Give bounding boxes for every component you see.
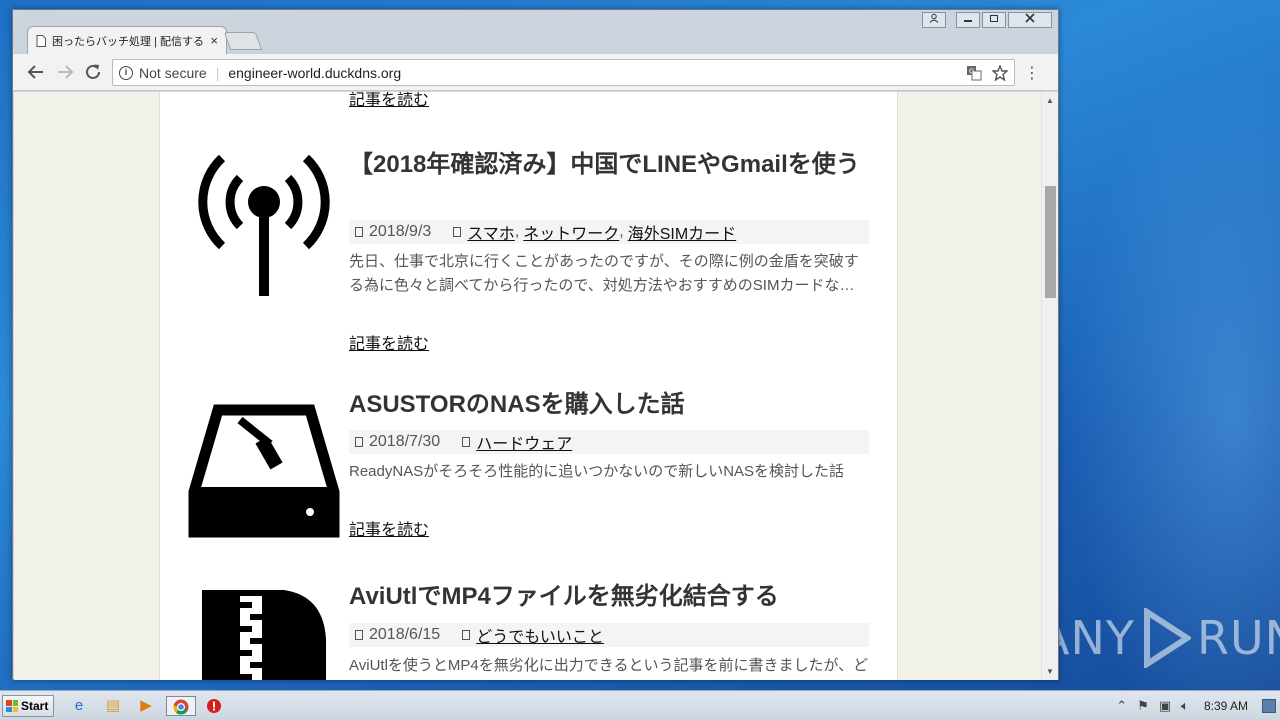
anyrun-watermark: ANY RUN [1038, 606, 1280, 670]
post-meta: 2018/6/15 どうでもいいこと [349, 623, 869, 647]
start-label: Start [21, 699, 49, 713]
media-player-icon[interactable]: ▶ [135, 696, 157, 716]
category-link[interactable]: 海外SIMカード [628, 220, 736, 244]
category-link[interactable]: どうでもいいこと [476, 623, 604, 647]
volume-icon[interactable]: 🔈︎ [1181, 698, 1189, 714]
show-hidden-icons-icon[interactable]: ⌃ [1116, 698, 1127, 714]
category-link[interactable]: ハードウェア [476, 430, 572, 454]
watermark-text-right: RUN [1196, 611, 1280, 665]
post-excerpt: ReadyNASがそろそろ性能的に追いつかないので新しいNASを検討した話 [349, 463, 845, 480]
folder-icon [462, 630, 471, 640]
titlebar: 困ったらバッチ処理 | 配信する × [13, 10, 1058, 54]
post-excerpt: 先日、仕事で北京に行くことがあったのですが、その際に例の金盾を突破する為に色々と… [349, 253, 859, 294]
post-date: 2018/6/15 [369, 626, 441, 643]
tab-title: 困ったらバッチ処理 | 配信する [52, 35, 204, 48]
security-label: Not secure [139, 64, 207, 81]
show-desktop-button[interactable] [1262, 699, 1276, 713]
info-icon[interactable]: i [119, 65, 133, 80]
security-tool-icon[interactable] [203, 696, 225, 716]
antenna-icon [198, 154, 330, 296]
post-excerpt: AviUtlを使うとMP4を無劣化に出力できるという記事を前に書きましたが、どう… [349, 657, 869, 674]
clock[interactable]: 8:39 AM [1204, 699, 1248, 713]
category-link[interactable]: スマホ [467, 220, 515, 244]
scroll-up-arrow-icon[interactable]: ▲ [1046, 96, 1054, 105]
forward-arrow-icon[interactable] [56, 63, 74, 81]
file-explorer-icon[interactable]: ▤ [102, 696, 124, 716]
post-meta: 2018/9/3 スマホ, ネットワーク, 海外SIMカード [349, 220, 869, 244]
window-controls [922, 12, 1052, 28]
chrome-icon[interactable] [166, 696, 196, 716]
action-center-flag-icon[interactable]: ⚑ [1137, 698, 1149, 714]
url-text[interactable]: engineer-world.duckdns.org [228, 65, 956, 81]
reload-icon[interactable] [84, 63, 102, 81]
main-content: 記事を読む 【2018年確認済み】中国でLINEやGmailを使う 2018/9… [159, 92, 898, 680]
page-viewport: 記事を読む 【2018年確認済み】中国でLINEやGmailを使う 2018/9… [14, 92, 1041, 680]
windows-logo-icon [6, 700, 18, 712]
play-logo-icon [1143, 608, 1191, 668]
post-title[interactable]: AviUtlでMP4ファイルを無劣化結合する [349, 582, 869, 612]
back-arrow-icon[interactable] [27, 63, 45, 81]
scrollbar-thumb[interactable] [1045, 186, 1056, 298]
post-title[interactable]: 【2018年確認済み】中国でLINEやGmailを使う [349, 150, 869, 180]
tab-active[interactable]: 困ったらバッチ処理 | 配信する × [27, 26, 227, 54]
calendar-icon [355, 437, 363, 447]
address-bar[interactable]: i Not secure | engineer-world.duckdns.or… [112, 59, 1015, 86]
post-date: 2018/7/30 [369, 433, 441, 450]
divider: | [215, 64, 220, 81]
bookmark-star-icon[interactable] [992, 64, 1008, 81]
readmore-link[interactable]: 記事を読む [349, 330, 429, 354]
readmore-link-previous[interactable]: 記事を読む [349, 92, 429, 110]
category-link[interactable]: ネットワーク [523, 220, 619, 244]
translate-icon[interactable]: G [966, 65, 982, 81]
desktop-background [1040, 0, 1280, 690]
post-meta: 2018/7/30 ハードウェア [349, 430, 869, 454]
post-date: 2018/9/3 [369, 223, 432, 240]
new-tab-button[interactable] [223, 32, 263, 50]
vertical-scrollbar[interactable]: ▲ ▼ [1041, 92, 1058, 680]
page-icon [36, 34, 46, 47]
user-icon[interactable] [922, 12, 946, 28]
system-tray: ⌃ ⚑ ▣ 🔈︎ 8:39 AM [1111, 691, 1280, 720]
minimize-button[interactable] [956, 12, 980, 28]
hard-drive-icon [188, 404, 340, 538]
internet-explorer-icon[interactable]: e [68, 696, 90, 716]
calendar-icon [355, 227, 363, 237]
browser-window: 困ったらバッチ処理 | 配信する × i Not secure | engine… [12, 9, 1059, 680]
tab-close-icon[interactable]: × [210, 33, 218, 48]
svg-text:G: G [969, 67, 974, 75]
network-icon[interactable]: ▣ [1159, 698, 1171, 714]
calendar-icon [355, 630, 363, 640]
taskbar: Start e ▤ ▶ ⌃ ⚑ ▣ 🔈︎ 8:39 AM [0, 690, 1280, 720]
restore-button[interactable] [982, 12, 1006, 28]
readmore-link[interactable]: 記事を読む [349, 516, 429, 540]
browser-menu-icon[interactable]: ⋮ [1024, 63, 1040, 83]
zip-file-icon [202, 590, 326, 680]
close-window-button[interactable] [1008, 12, 1052, 28]
browser-toolbar: i Not secure | engineer-world.duckdns.or… [13, 54, 1058, 91]
folder-icon [453, 227, 462, 237]
scroll-down-arrow-icon[interactable]: ▼ [1046, 667, 1054, 676]
start-button[interactable]: Start [2, 695, 54, 717]
folder-icon [462, 437, 471, 447]
post-title[interactable]: ASUSTORのNASを購入した話 [349, 390, 869, 420]
